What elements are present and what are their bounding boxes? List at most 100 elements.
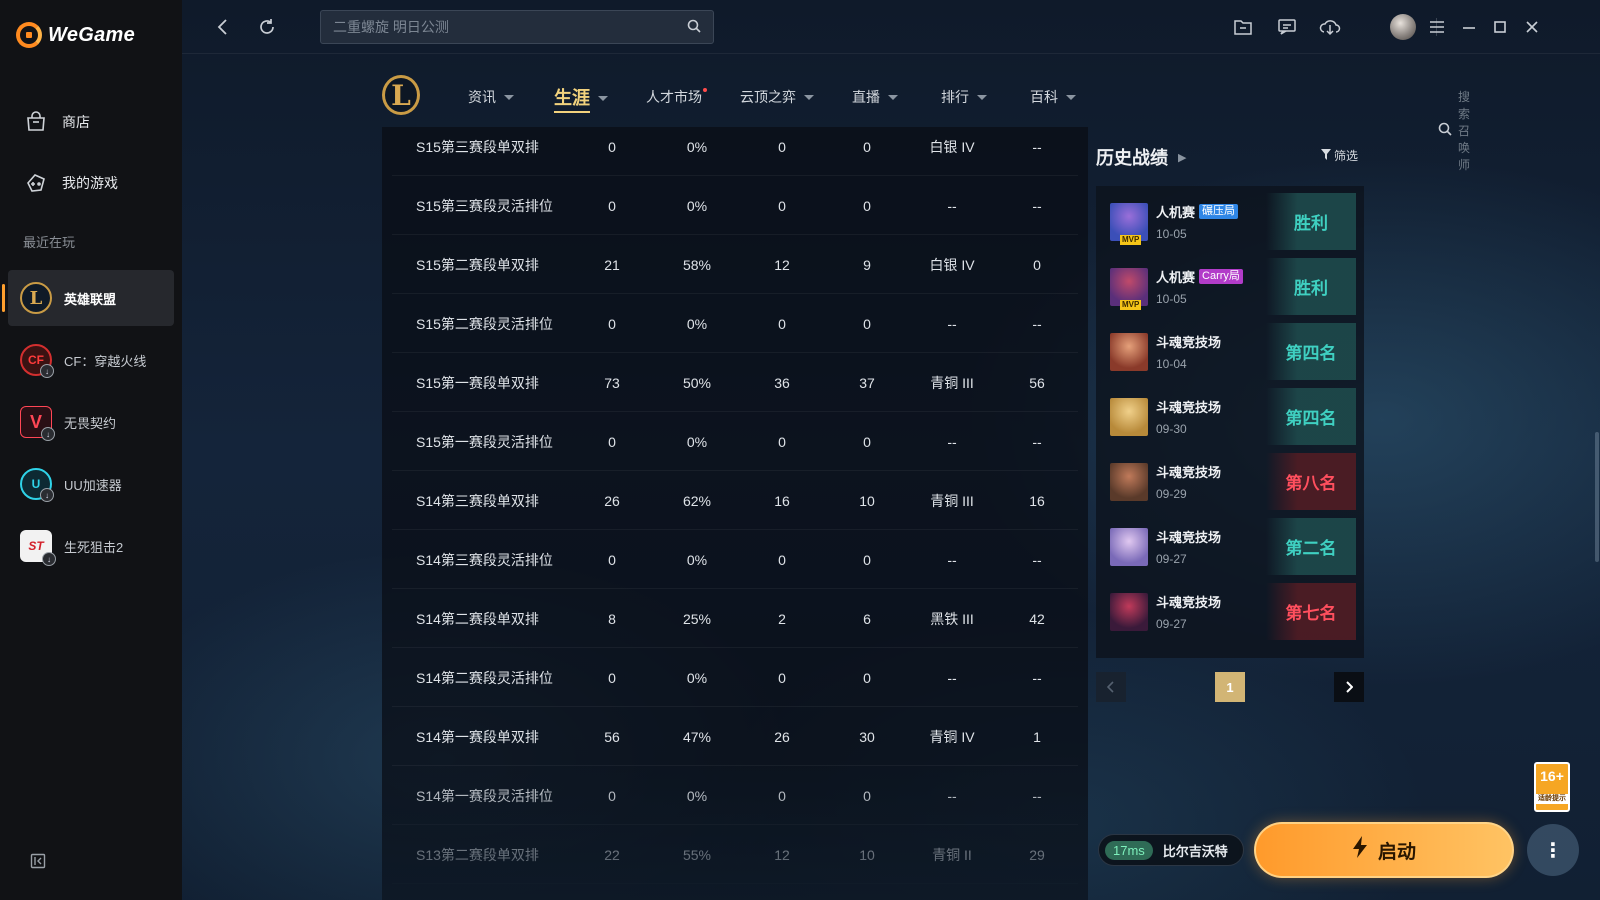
table-cell: 白银 IV bbox=[929, 256, 975, 273]
launch-label: 启动 bbox=[1377, 841, 1416, 863]
match-item[interactable]: 斗魂竞技场 09-27 第二名 bbox=[1102, 518, 1356, 575]
table-row: S14第三赛段单双排 26 62% 16 10 青铜 III 16 bbox=[392, 471, 1078, 530]
match-item[interactable]: MVP 人机赛 Carry局 10-05 胜利 bbox=[1102, 258, 1356, 315]
match-history-title[interactable]: 历史战绩 ▶ bbox=[1096, 144, 1186, 170]
user-avatar[interactable] bbox=[1390, 14, 1416, 40]
server-selector[interactable]: 17ms 比尔吉沃特 bbox=[1098, 834, 1244, 866]
refresh-icon[interactable] bbox=[254, 14, 280, 40]
download-manager-icon[interactable] bbox=[1317, 14, 1343, 40]
sidebar-item-my-games[interactable]: 我的游戏 bbox=[8, 157, 174, 209]
tab-career[interactable]: 生涯 bbox=[554, 84, 608, 113]
table-cell: 6 bbox=[863, 610, 871, 627]
main-area: 二重螺旋 明日公测 L 资讯 生涯 人才市场 云顶之弈 直播 排行 百科 搜索召… bbox=[182, 0, 1600, 900]
table-cell: 黑铁 III bbox=[930, 610, 974, 627]
match-result: 第四名 bbox=[1266, 388, 1356, 445]
table-cell: 0 bbox=[608, 315, 616, 332]
tab-label: 云顶之弈 bbox=[740, 89, 796, 105]
table-cell: 0 bbox=[608, 197, 616, 214]
summoner-search-input[interactable]: 搜索召唤师 bbox=[1438, 88, 1470, 173]
lol-logo[interactable]: L bbox=[382, 75, 420, 115]
ping-badge: 17ms bbox=[1105, 840, 1153, 860]
wegame-logo[interactable]: WeGame bbox=[16, 22, 135, 48]
table-cell: 50% bbox=[682, 374, 712, 391]
table-cell: 22 bbox=[604, 846, 620, 863]
match-date: 10-05 bbox=[1156, 292, 1187, 306]
match-mode: 斗魂竞技场 bbox=[1156, 530, 1222, 545]
tab-label: 直播 bbox=[852, 89, 880, 105]
match-date: 09-27 bbox=[1156, 552, 1187, 566]
table-cell: 56 bbox=[604, 728, 620, 745]
table-cell: 0 bbox=[863, 669, 871, 686]
table-cell: 0 bbox=[863, 433, 871, 450]
next-page-button[interactable] bbox=[1334, 672, 1364, 702]
match-mode-row: 斗魂竞技场 bbox=[1156, 397, 1266, 416]
collapse-sidebar-icon[interactable] bbox=[30, 853, 46, 869]
match-item[interactable]: 斗魂竞技场 09-29 第八名 bbox=[1102, 453, 1356, 510]
match-mode-row: 斗魂竞技场 bbox=[1156, 332, 1266, 351]
table-row: S13第二赛段单双排 22 55% 12 10 青铜 II 29 bbox=[392, 825, 1078, 884]
global-search-input[interactable]: 二重螺旋 明日公测 bbox=[320, 10, 714, 44]
pagination: 1 bbox=[1096, 672, 1364, 702]
menu-icon[interactable] bbox=[1424, 14, 1450, 40]
top-bar: 二重螺旋 明日公测 bbox=[182, 0, 1600, 54]
inbox-icon[interactable] bbox=[1230, 14, 1256, 40]
match-result: 第七名 bbox=[1266, 583, 1356, 640]
valorant-icon: V ↓ bbox=[20, 406, 55, 441]
table-cell: -- bbox=[1032, 138, 1042, 155]
back-arrow-icon[interactable] bbox=[210, 14, 236, 40]
match-date: 09-29 bbox=[1156, 487, 1187, 501]
tab-news[interactable]: 资讯 bbox=[468, 87, 514, 107]
search-icon[interactable] bbox=[687, 19, 701, 36]
tab-label: 排行 bbox=[941, 89, 969, 105]
match-item[interactable]: 斗魂竞技场 10-04 第四名 bbox=[1102, 323, 1356, 380]
launch-button[interactable]: 启动 bbox=[1254, 822, 1514, 878]
champion-portrait: MVP bbox=[1110, 202, 1148, 245]
match-item[interactable]: MVP 人机赛 碾压局 10-05 胜利 bbox=[1102, 193, 1356, 250]
sidebar-game-lol[interactable]: L 英雄联盟 bbox=[2, 270, 174, 326]
match-info: 斗魂竞技场 09-27 bbox=[1156, 527, 1266, 566]
table-cell: 0 bbox=[778, 433, 786, 450]
sidebar-game-ssjj[interactable]: ST ↓ 生死狙击2 bbox=[8, 518, 174, 574]
tab-talent-market[interactable]: 人才市场 bbox=[646, 87, 707, 107]
search-placeholder: 二重螺旋 明日公测 bbox=[333, 19, 449, 35]
season-name-cell: S15第二赛段单双排 bbox=[416, 256, 539, 273]
match-item[interactable]: 斗魂竞技场 09-30 第四名 bbox=[1102, 388, 1356, 445]
close-icon[interactable] bbox=[1519, 14, 1545, 40]
lol-sub-nav: L 资讯 生涯 人才市场 云顶之弈 直播 排行 百科 搜索召唤师 bbox=[382, 70, 1470, 172]
page-number-button[interactable]: 1 bbox=[1215, 672, 1245, 702]
scrollbar-thumb[interactable] bbox=[1595, 432, 1599, 562]
left-sidebar: WeGame 商店 我的游戏 最近在玩 L 英雄联盟 CF ↓ CF：穿越火线 V… bbox=[0, 0, 182, 900]
sidebar-item-store[interactable]: 商店 bbox=[8, 96, 174, 148]
tab-wiki[interactable]: 百科 bbox=[1030, 87, 1076, 107]
sidebar-game-valorant[interactable]: V ↓ 无畏契约 bbox=[8, 394, 174, 450]
sidebar-game-uu[interactable]: U ↓ UU加速器 bbox=[8, 456, 174, 512]
more-options-icon[interactable]: ⋮ bbox=[1527, 824, 1579, 876]
sidebar-game-cf[interactable]: CF ↓ CF：穿越火线 bbox=[8, 332, 174, 388]
prev-page-button[interactable] bbox=[1096, 672, 1126, 702]
champion-portrait bbox=[1110, 332, 1148, 371]
match-info: 斗魂竞技场 09-27 bbox=[1156, 592, 1266, 631]
filter-button[interactable]: 筛选 bbox=[1320, 147, 1358, 164]
tab-live[interactable]: 直播 bbox=[852, 87, 898, 107]
champion-portrait bbox=[1110, 527, 1148, 566]
chevron-down-icon bbox=[598, 96, 608, 101]
tab-ranking[interactable]: 排行 bbox=[941, 87, 987, 107]
champion-portrait: MVP bbox=[1110, 267, 1148, 310]
message-icon[interactable] bbox=[1274, 14, 1300, 40]
maximize-icon[interactable] bbox=[1487, 14, 1513, 40]
filter-label: 筛选 bbox=[1333, 149, 1358, 163]
match-result: 第四名 bbox=[1266, 323, 1356, 380]
match-item[interactable]: 斗魂竞技场 09-27 第七名 bbox=[1102, 583, 1356, 640]
table-cell: 0 bbox=[778, 551, 786, 568]
tab-tft[interactable]: 云顶之弈 bbox=[740, 87, 814, 107]
ssjj-icon: ST ↓ bbox=[20, 530, 56, 566]
chevron-down-icon bbox=[1066, 94, 1076, 100]
gamepad-icon bbox=[24, 171, 48, 195]
table-cell: -- bbox=[1032, 551, 1042, 568]
match-mode-row: 人机赛 碾压局 bbox=[1156, 202, 1266, 221]
table-cell: 55% bbox=[682, 846, 712, 863]
match-info: 人机赛 Carry局 10-05 bbox=[1156, 267, 1266, 306]
match-result: 第八名 bbox=[1266, 453, 1356, 510]
minimize-icon[interactable] bbox=[1456, 14, 1482, 40]
recent-games-label: 最近在玩 bbox=[23, 235, 76, 250]
